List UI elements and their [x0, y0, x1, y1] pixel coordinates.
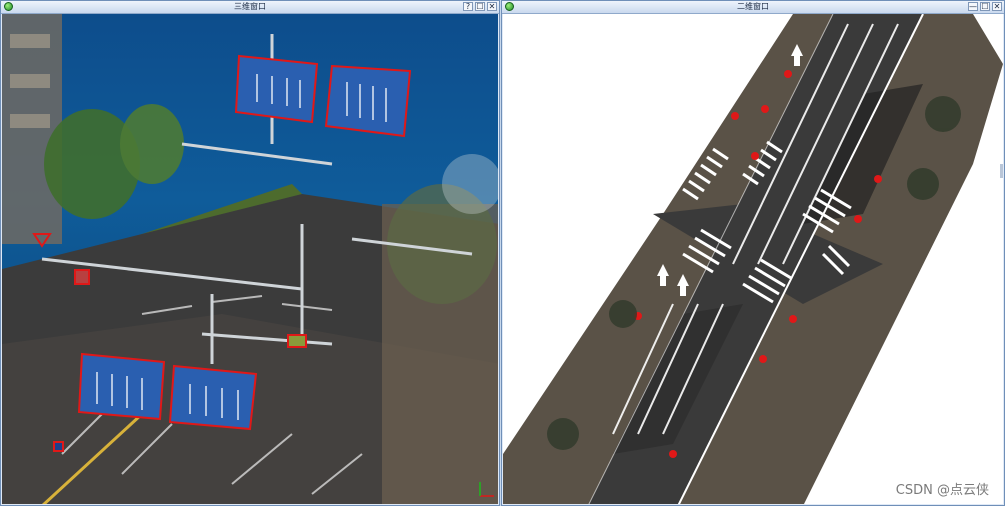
tree-middle: [120, 104, 184, 184]
window-2d: 二维窗口 — ☐ ✕: [501, 0, 1005, 506]
window-title-3d: 三维窗口: [234, 2, 266, 11]
overhead-sign-upper-left: [234, 54, 319, 124]
overhead-sign-lower-right: [168, 364, 258, 431]
scrollbar-handle[interactable]: [1000, 164, 1003, 178]
minimize-button[interactable]: —: [968, 2, 978, 11]
building-left: [2, 14, 62, 244]
small-sign-yellow: [287, 334, 307, 348]
window-title-2d: 二维窗口: [737, 2, 769, 11]
point-cloud-2d-topview: [503, 14, 1003, 504]
watermark-text: CSDN @点云侠: [895, 483, 989, 498]
window-3d: 三维窗口 ? ☐ ✕: [0, 0, 500, 506]
overhead-sign-lower-left: [77, 352, 166, 421]
help-button[interactable]: ?: [463, 2, 473, 11]
viewport-2d[interactable]: [503, 14, 1003, 504]
close-button[interactable]: ✕: [992, 2, 1002, 11]
point-cloud-3d-scene: [2, 14, 498, 504]
title-bar-3d[interactable]: 三维窗口 ? ☐ ✕: [1, 1, 499, 14]
maximize-button[interactable]: ☐: [980, 2, 990, 11]
small-sign-blue: [53, 441, 64, 452]
title-bar-2d[interactable]: 二维窗口 — ☐ ✕: [502, 1, 1004, 14]
small-sign-red: [74, 269, 90, 285]
close-button[interactable]: ✕: [487, 2, 497, 11]
maximize-button[interactable]: ☐: [475, 2, 485, 11]
viewport-3d[interactable]: [2, 14, 498, 504]
overhead-sign-upper-right: [324, 64, 412, 138]
